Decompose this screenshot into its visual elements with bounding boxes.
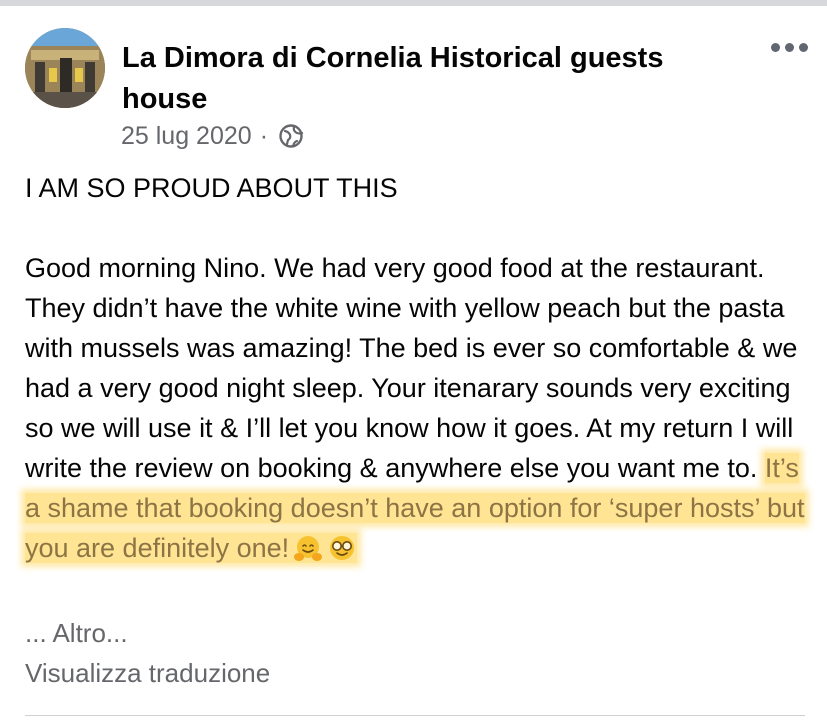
post-body: I AM SO PROUD ABOUT THIS Good morning Ni… xyxy=(25,168,820,568)
see-translation-link[interactable]: Visualizza traduzione xyxy=(25,658,270,689)
post-text-plain: Good morning Nino. We had very good food… xyxy=(25,253,798,483)
post-author[interactable]: La Dimora di Cornelia Historical guests … xyxy=(122,38,722,120)
nerd-face-icon xyxy=(330,536,355,560)
meta-separator: · xyxy=(259,121,269,150)
avatar[interactable] xyxy=(25,28,105,108)
post-text: Good morning Nino. We had very good food… xyxy=(25,248,820,568)
bottom-divider xyxy=(25,715,805,716)
see-more-link[interactable]: ... Altro... xyxy=(25,618,128,649)
avatar-image xyxy=(25,28,105,108)
globe-icon xyxy=(279,124,304,148)
post-headline: I AM SO PROUD ABOUT THIS xyxy=(25,173,398,203)
more-options-icon-dot xyxy=(784,42,794,52)
hugging-face-icon xyxy=(294,536,323,561)
post-date[interactable]: 25 lug 2020 xyxy=(121,122,252,151)
more-options-icon-dot xyxy=(798,42,808,52)
more-options-icon xyxy=(770,42,780,52)
post-meta: 25 lug 2020 · xyxy=(121,119,304,153)
more-options-button[interactable] xyxy=(764,32,814,62)
top-divider-bar xyxy=(0,0,827,6)
